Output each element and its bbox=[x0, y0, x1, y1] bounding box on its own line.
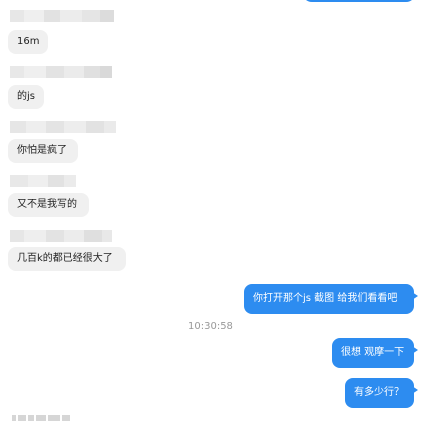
footer-hint-blurred bbox=[12, 415, 70, 421]
sender-name-blurred bbox=[10, 10, 114, 22]
message-text: 又不是我写的 bbox=[17, 199, 77, 210]
message-text: 你怕是疯了 bbox=[17, 145, 67, 156]
message-text: 的js bbox=[17, 91, 35, 102]
received-message[interactable]: 又不是我写的 bbox=[8, 193, 89, 217]
sent-message[interactable]: 有多少行？ bbox=[345, 378, 418, 408]
message-text: 16m bbox=[17, 36, 40, 47]
message-text: 几百k的都已经很大了 bbox=[17, 253, 113, 264]
chat-window: 16m 的js 你怕是疯了 又不是我写的 几百k的都已经很大了 你打开那个js … bbox=[0, 0, 421, 421]
sender-name-blurred bbox=[10, 230, 112, 242]
message-text: 你打开那个js 截图 给我们看看吧 bbox=[253, 293, 398, 304]
received-message[interactable]: 的js bbox=[8, 85, 44, 109]
message-text: 有多少行？ bbox=[354, 387, 404, 398]
message-timestamp: 10:30:58 bbox=[188, 321, 233, 332]
sent-message[interactable]: 你打开那个js 截图 给我们看看吧 bbox=[244, 284, 418, 314]
sender-name-blurred bbox=[10, 121, 116, 133]
received-message[interactable]: 16m bbox=[8, 30, 48, 54]
received-message[interactable]: 你怕是疯了 bbox=[8, 139, 78, 163]
message-text: 很想 观摩一下 bbox=[341, 347, 405, 358]
sender-name-blurred bbox=[10, 66, 112, 78]
sent-message[interactable]: 很想 观摩一下 bbox=[332, 338, 418, 368]
sent-message-partial[interactable] bbox=[302, 0, 416, 2]
sender-name-blurred bbox=[10, 175, 76, 187]
received-message[interactable]: 几百k的都已经很大了 bbox=[8, 247, 126, 271]
